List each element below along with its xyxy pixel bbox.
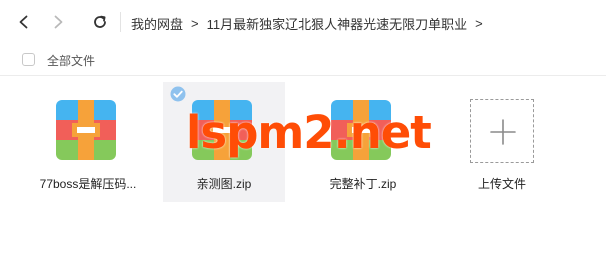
file-name: 77boss是解压码... — [39, 177, 137, 191]
file-name: 亲测图.zip — [196, 177, 252, 191]
select-all-checkbox[interactable] — [22, 53, 35, 66]
toolbar-divider — [120, 12, 121, 32]
watermark-text: lspm2.net — [186, 106, 432, 159]
breadcrumb-item-root[interactable]: 我的网盘 — [131, 14, 183, 33]
select-all-row: 全部文件 — [0, 46, 606, 74]
chevron-left-icon — [19, 15, 28, 29]
plus-icon — [490, 119, 516, 145]
breadcrumb-separator: > — [191, 15, 199, 31]
forward-button[interactable] — [46, 10, 70, 34]
file-item[interactable]: 77boss是解压码... — [27, 82, 149, 202]
chevron-right-icon — [54, 15, 63, 29]
breadcrumb: 我的网盘 > 11月最新独家辽北狠人神器光速无限刀单职业 > — [131, 13, 491, 33]
upload-button[interactable] — [470, 99, 534, 163]
breadcrumb-item-current-folder[interactable]: 11月最新独家辽北狠人神器光速无限刀单职业 — [207, 14, 468, 33]
breadcrumb-separator: > — [475, 15, 483, 31]
refresh-button[interactable] — [88, 10, 112, 34]
select-all-label: 全部文件 — [47, 54, 96, 68]
upload-label: 上传文件 — [477, 177, 526, 191]
back-button[interactable] — [12, 10, 36, 34]
file-name: 完整补丁.zip — [329, 177, 397, 191]
refresh-icon — [94, 15, 106, 28]
toolbar: 我的网盘 > 11月最新独家辽北狠人神器光速无限刀单职业 > — [0, 0, 606, 46]
header-divider — [0, 75, 606, 76]
selected-check-icon[interactable] — [170, 86, 186, 102]
zip-archive-icon — [56, 100, 116, 160]
